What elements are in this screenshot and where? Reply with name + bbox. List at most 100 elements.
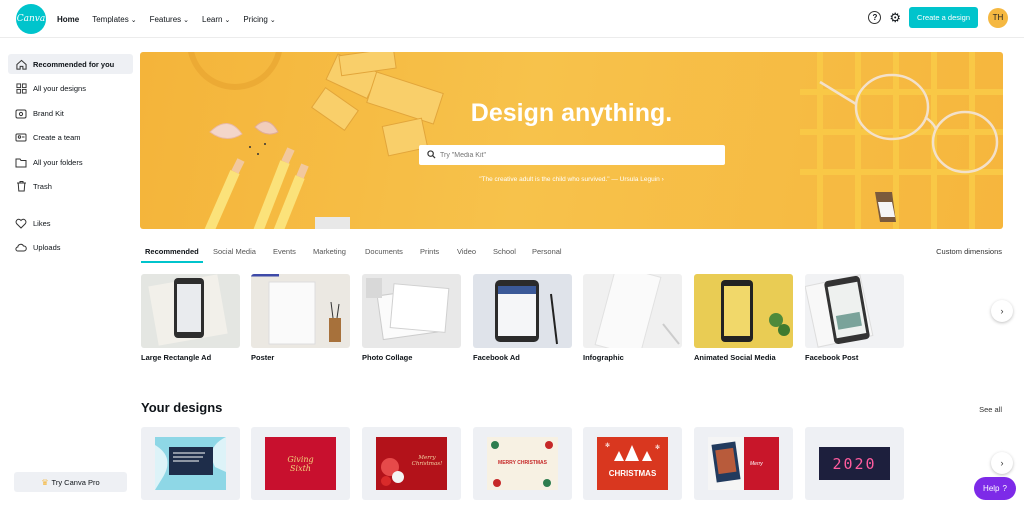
design-thumb-text: 2020 [832,454,877,473]
template-label[interactable]: Infographic [583,353,624,362]
template-label[interactable]: Animated Social Media [694,353,776,362]
canva-logo[interactable]: Canva [16,4,46,34]
sidebar-item-label: Likes [33,218,51,228]
sidebar-item-label: Create a team [33,132,81,142]
nav-features[interactable]: Features ⌄ [150,15,189,24]
tab-documents[interactable]: Documents [365,247,403,256]
sidebar-item-label: All your designs [33,83,86,93]
sidebar-item-label: All your folders [33,157,83,167]
nav-learn-label: Learn [202,14,223,24]
sidebar-item-uploads[interactable]: Uploads [8,237,133,257]
tab-school[interactable]: School [493,247,516,256]
template-card-facebook-post[interactable] [805,274,904,348]
custom-dimensions-link[interactable]: Custom dimensions [936,247,1002,256]
design-card[interactable]: Giving Sixth [251,427,350,500]
tab-events[interactable]: Events [273,247,296,256]
nav-features-label: Features [149,14,182,24]
upload-icon [15,241,27,253]
template-thumbnail [594,274,680,348]
template-label[interactable]: Photo Collage [362,353,412,362]
template-thumbnail [366,278,450,341]
sidebar-item-recommended[interactable]: Recommended for you [8,54,133,74]
gear-icon[interactable]: ⚙ [889,11,901,24]
design-card[interactable] [141,427,240,500]
hero-title: Design anything. [470,99,673,127]
hero-search-box[interactable] [419,145,725,165]
template-card-photo-collage[interactable] [362,274,461,348]
chevron-down-icon: ⌄ [269,16,276,24]
avatar[interactable]: TH [988,7,1008,28]
template-thumbnail [805,274,874,348]
design-thumbnail: Merry Christmas! [376,437,447,490]
hero-quote[interactable]: "The creative adult is the child who sur… [140,176,1003,183]
active-tab-indicator [141,261,203,263]
template-thumbnail [148,274,228,346]
design-card[interactable]: Merry Christmas! [362,427,461,500]
template-card-large-rectangle-ad[interactable] [141,274,240,348]
design-thumbnail: Giving Sixth [265,437,336,490]
design-thumb-text: Merry Christmas! [411,455,443,467]
design-thumb-text: CHRISTMAS [608,469,657,478]
heart-icon [15,217,27,229]
sidebar-item-all-designs[interactable]: All your designs [8,78,133,98]
crown-icon: ♛ [41,477,49,487]
design-thumb-text: Sixth [290,463,311,473]
try-canva-pro-button[interactable]: ♛ Try Canva Pro [14,472,127,492]
sidebar-item-label: Uploads [33,242,61,252]
template-card-infographic[interactable] [583,274,682,348]
tab-marketing[interactable]: Marketing [313,247,346,256]
sidebar-item-label: Brand Kit [33,108,64,118]
tab-recommended[interactable]: Recommended [145,247,199,256]
nav-pricing[interactable]: Pricing ⌄ [243,15,275,24]
sidebar-item-label: Recommended for you [33,59,115,69]
create-design-button[interactable]: Create a design [909,7,978,28]
designs-next-arrow[interactable]: › [991,452,1013,474]
template-thumbnail [251,274,341,345]
template-label[interactable]: Facebook Post [805,353,858,362]
tab-prints[interactable]: Prints [420,247,439,256]
design-card[interactable]: ✻ ✻ CHRISTMAS [583,427,682,500]
help-circle-icon[interactable]: ? [868,11,882,24]
chevron-down-icon: ⌄ [183,16,190,24]
tab-video[interactable]: Video [457,247,476,256]
tab-social-media[interactable]: Social Media [213,247,256,256]
hero-illustration [188,52,1003,229]
category-tabs: Recommended Social Media Events Marketin… [141,244,1004,264]
nav-home[interactable]: Home [57,15,79,24]
sidebar-item-brand-kit[interactable]: Brand Kit [8,103,133,123]
top-bar: Canva Home Templates ⌄ Features ⌄ Learn ⌄ P… [0,0,1024,38]
help-question-icon: ? [1002,484,1007,493]
nav-pricing-label: Pricing [243,14,268,24]
sidebar-item-likes[interactable]: Likes [8,213,133,233]
nav-templates[interactable]: Templates ⌄ [92,15,136,24]
sidebar: Recommended for you All your designs Bra… [0,38,140,509]
design-thumbnail: ✻ ✻ CHRISTMAS [597,437,668,490]
nav-learn[interactable]: Learn ⌄ [202,15,230,24]
your-designs-title: Your designs [141,400,223,415]
design-thumbnail: 2020 [819,447,890,480]
design-card[interactable]: MERRY CHRISTMAS [473,427,572,500]
search-input[interactable] [440,151,710,159]
template-label[interactable]: Facebook Ad [473,353,520,362]
template-label[interactable]: Poster [251,353,274,362]
template-card-animated-social-media[interactable] [694,274,793,348]
sidebar-item-folders[interactable]: All your folders [8,152,133,172]
svg-text:✻: ✻ [655,444,660,451]
help-button[interactable]: Help ? [974,477,1016,500]
template-label[interactable]: Large Rectangle Ad [141,353,211,362]
design-thumbnail: MERRY CHRISTMAS [487,437,558,490]
design-thumb-text: Giving [287,454,314,464]
template-card-facebook-ad[interactable] [473,274,572,348]
design-card[interactable]: Merry [694,427,793,500]
sidebar-item-create-team[interactable]: Create a team [8,127,133,147]
team-icon [15,131,27,143]
see-all-link[interactable]: See all [979,405,1002,414]
chevron-right-icon: › [1000,306,1004,316]
design-card[interactable]: 2020 [805,427,904,500]
template-thumbnail [495,280,558,345]
help-label: Help [983,484,1000,493]
sidebar-item-trash[interactable]: Trash [8,176,133,196]
template-card-poster[interactable] [251,274,350,348]
tab-personal[interactable]: Personal [532,247,562,256]
templates-next-arrow[interactable]: › [991,300,1013,322]
